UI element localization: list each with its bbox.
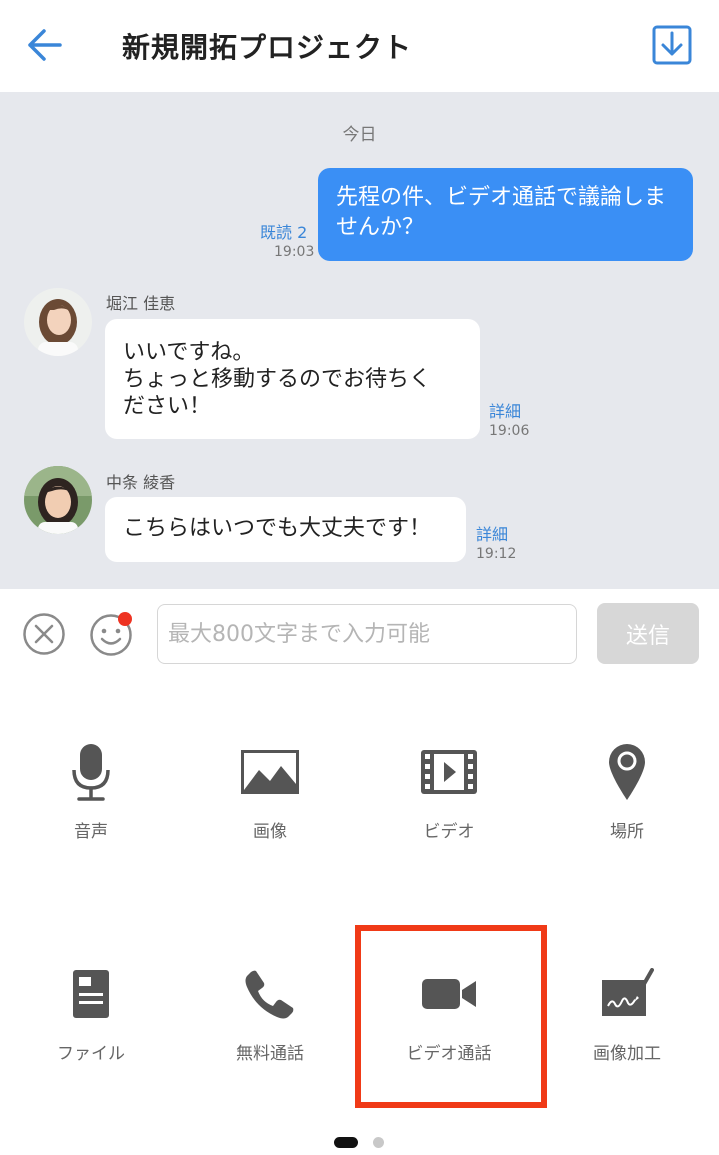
image-icon (240, 742, 300, 802)
read-receipt[interactable]: 既読 2 (260, 219, 307, 243)
date-separator: 今日 (342, 125, 377, 145)
back-button[interactable] (20, 22, 70, 68)
message-line: ちょっと移動するのでお待ちく (123, 367, 432, 392)
chat-area[interactable]: 今日 先程の件、ビデオ通話で議論しませんか？ 既読 2 19:03 堀江 佳恵 … (0, 92, 719, 589)
attach-file-button[interactable]: ファイル (16, 964, 166, 1104)
download-icon (652, 25, 692, 65)
message-line: ださい！ (123, 394, 212, 419)
incoming-message-bubble[interactable]: いいですね。 ちょっと移動するのでお待ちく ださい！ (105, 319, 480, 439)
image-edit-icon (597, 964, 657, 1024)
smiley-icon (90, 612, 132, 656)
app-header: 新規開拓プロジェクト (0, 0, 719, 92)
file-icon (61, 964, 121, 1024)
location-pin-icon (597, 742, 657, 802)
incoming-message-bubble[interactable]: こちらはいつでも大丈夫です！ (105, 497, 466, 562)
avatar[interactable] (24, 288, 92, 356)
message-time: 19:12 (476, 546, 517, 562)
download-button[interactable] (652, 25, 692, 65)
attach-label: 画像 (253, 822, 287, 842)
sender-name: 中条 綾香 (106, 473, 176, 492)
attach-label: 音声 (74, 822, 108, 842)
attach-video-button[interactable]: ビデオ (374, 742, 524, 882)
page-dot-active[interactable] (334, 1137, 358, 1148)
send-button[interactable]: 送信 (597, 603, 699, 664)
avatar[interactable] (24, 466, 92, 534)
arrow-left-icon (28, 29, 62, 61)
phone-icon (240, 964, 300, 1024)
outgoing-message-bubble[interactable]: 先程の件、ビデオ通話で議論しませんか？ (318, 168, 693, 261)
close-attachments-button[interactable] (22, 612, 66, 656)
message-input-bar: 送信 (0, 589, 719, 679)
message-input[interactable] (157, 604, 577, 664)
emoji-button[interactable] (88, 609, 136, 657)
message-time: 19:03 (274, 244, 315, 260)
page-dot[interactable] (373, 1137, 384, 1148)
attach-image-button[interactable]: 画像 (195, 742, 345, 882)
detail-link[interactable]: 詳細 (489, 398, 521, 422)
attach-label: ビデオ (423, 822, 475, 842)
attach-label: 画像加工 (593, 1044, 661, 1064)
page-title: 新規開拓プロジェクト (122, 31, 413, 64)
attach-voice-button[interactable]: 音声 (16, 742, 166, 882)
attach-voice-call-button[interactable]: 無料通話 (195, 964, 345, 1104)
microphone-icon (61, 742, 121, 802)
message-time: 19:06 (489, 423, 530, 439)
attach-label: ファイル (57, 1044, 125, 1064)
attach-location-button[interactable]: 場所 (552, 742, 702, 882)
sender-name: 堀江 佳恵 (106, 294, 176, 313)
message-line: いいですね。 (123, 340, 255, 365)
attach-label: 場所 (610, 822, 644, 842)
page-indicator (0, 1136, 719, 1150)
close-icon (23, 613, 65, 655)
video-film-icon (419, 742, 479, 802)
detail-link[interactable]: 詳細 (476, 521, 508, 545)
attach-image-edit-button[interactable]: 画像加工 (552, 964, 702, 1104)
attach-label: 無料通話 (236, 1044, 304, 1064)
highlight-frame (355, 925, 547, 1108)
